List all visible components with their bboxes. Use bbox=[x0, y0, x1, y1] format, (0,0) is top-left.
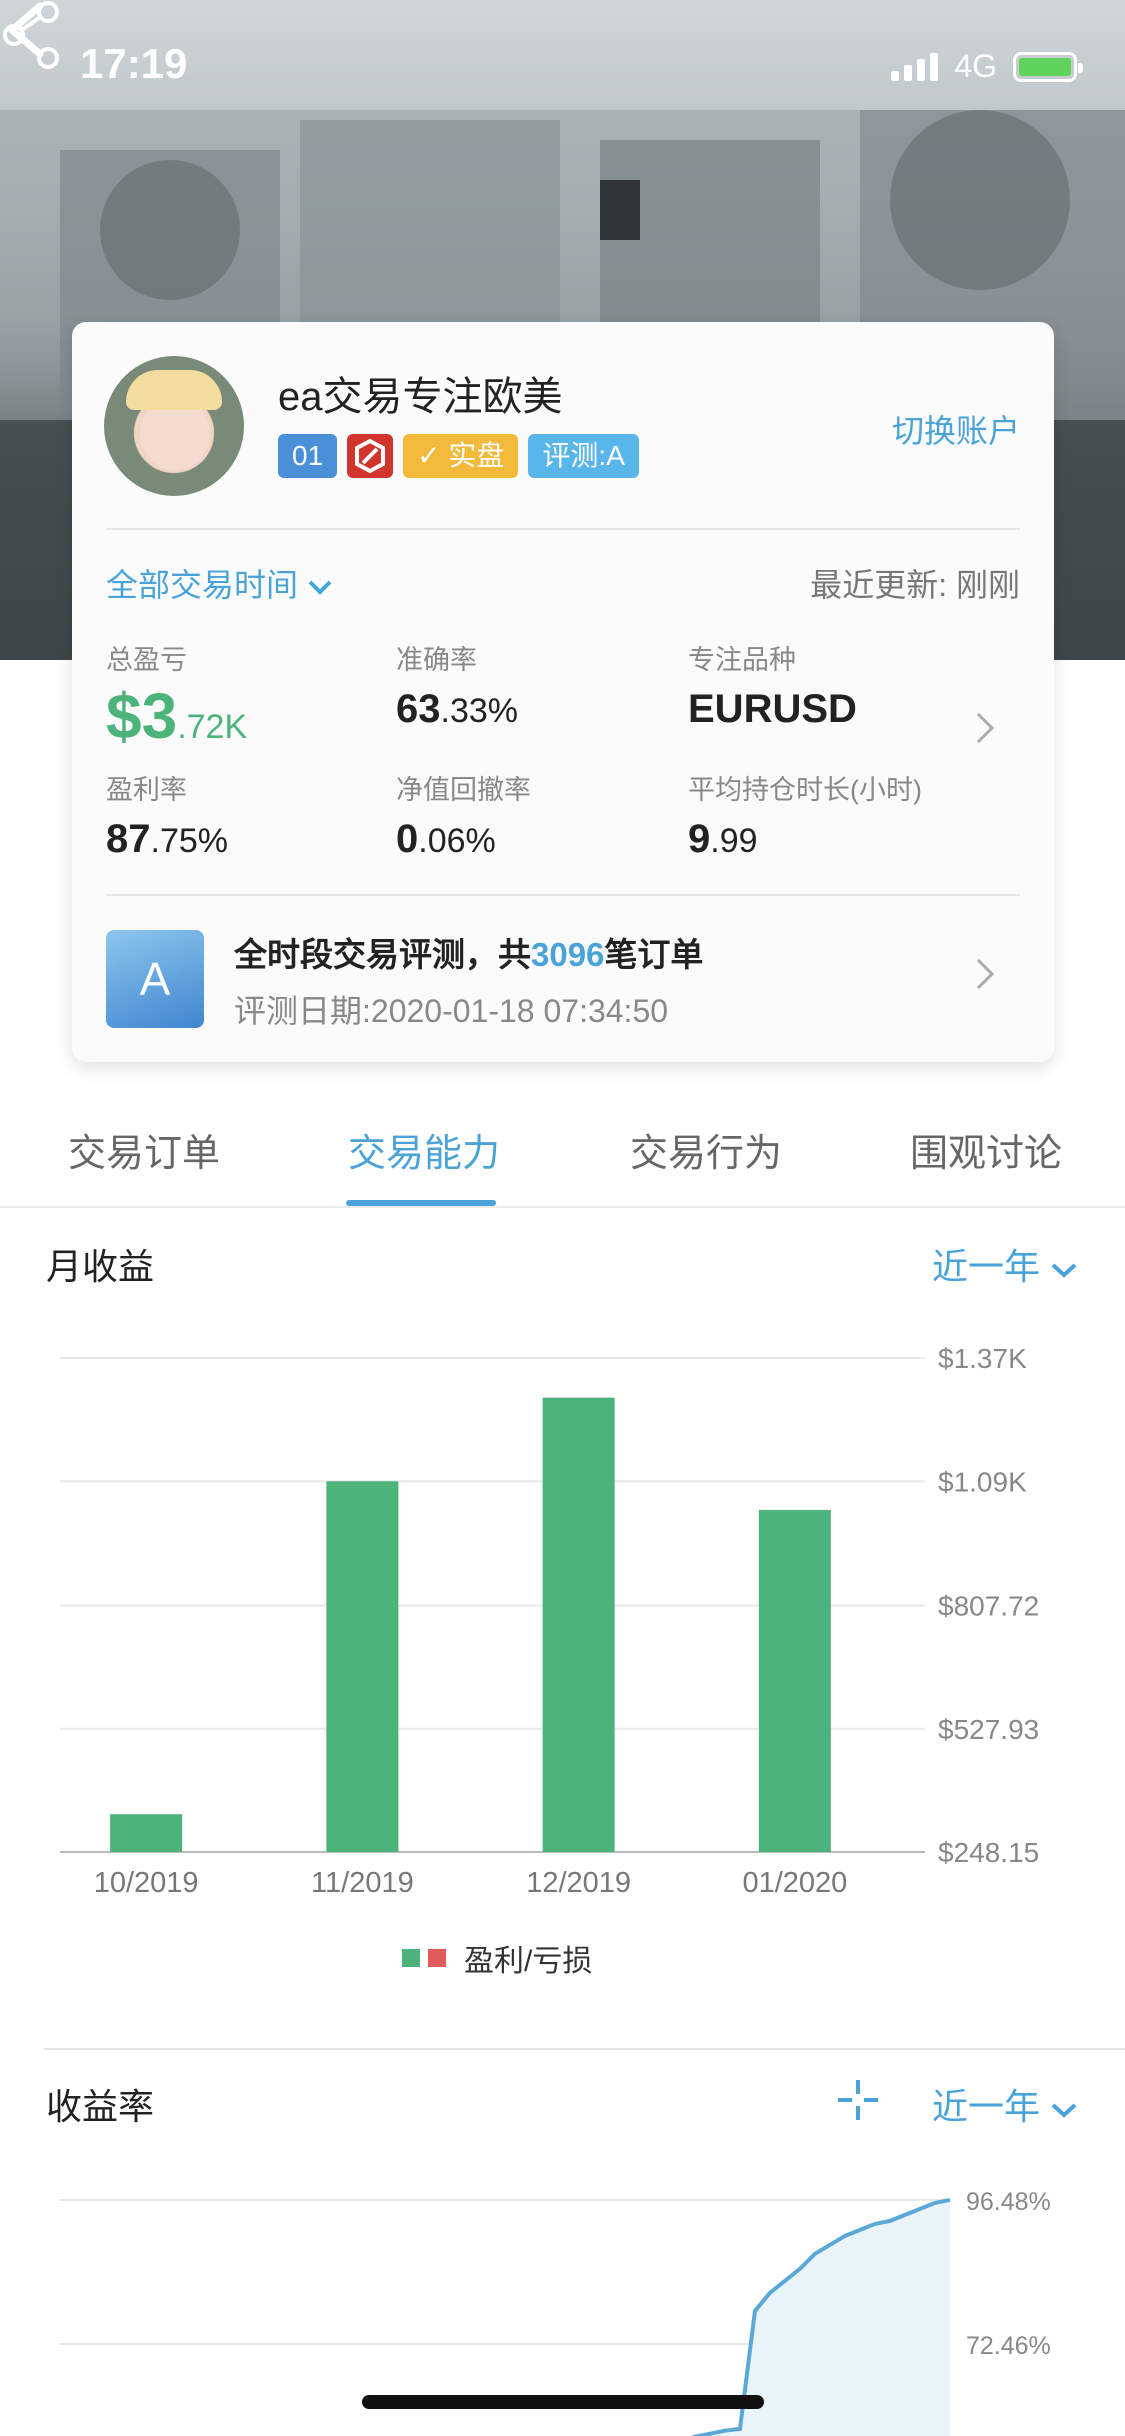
range-label: 近一年 bbox=[932, 2086, 1041, 2127]
x-tick-label: 11/2019 bbox=[311, 1867, 414, 1899]
battery-icon bbox=[1013, 51, 1083, 82]
app-screen: 17:19 4G ea交易专注欧美 01 ✓ 实盘 评测:A 切换账户 全部交易… bbox=[0, 0, 1125, 2436]
tab-discussion[interactable]: 围观讨论 bbox=[910, 1122, 1062, 1177]
y-tick-label: $527.93 bbox=[938, 1714, 1039, 1745]
chevron-down-icon bbox=[1051, 2103, 1077, 2118]
y-tick-label: $248.15 bbox=[938, 1837, 1039, 1868]
status-indicators: 4G bbox=[891, 48, 1083, 85]
bar bbox=[110, 1814, 183, 1852]
evaluation-title-prefix: 全时段交易评测，共 bbox=[234, 936, 531, 973]
x-tick-label: 01/2020 bbox=[742, 1867, 847, 1899]
x-tick-label: 12/2019 bbox=[526, 1867, 631, 1899]
bar bbox=[542, 1397, 615, 1852]
yield-title: 收益率 bbox=[46, 2086, 155, 2127]
chart-legend: 盈利/亏损 bbox=[402, 1936, 592, 1980]
order-count: 3096 bbox=[531, 936, 605, 973]
divider bbox=[106, 894, 1020, 896]
stat-value: 9.99 bbox=[688, 817, 758, 861]
monthly-profit-title: 月收益 bbox=[46, 1246, 155, 1287]
stat-value: 87.75% bbox=[106, 817, 228, 861]
tab-bar: 交易订单 交易能力 交易行为 围观讨论 bbox=[0, 1108, 1125, 1208]
switch-account-link[interactable]: 切换账户 bbox=[892, 406, 1020, 452]
bar bbox=[326, 1481, 399, 1852]
tab-orders[interactable]: 交易订单 bbox=[68, 1122, 220, 1177]
stat-accuracy: 准确率 63.33% bbox=[396, 638, 518, 732]
evaluation-title-suffix: 笔订单 bbox=[604, 936, 704, 973]
stat-label: 净值回撤率 bbox=[396, 775, 531, 805]
stat-label: 专注品种 bbox=[688, 645, 796, 675]
legend-label: 盈利/亏损 bbox=[464, 1945, 593, 1978]
evaluation-grade-icon: A bbox=[106, 930, 204, 1028]
divider bbox=[106, 528, 1020, 530]
avatar[interactable] bbox=[104, 356, 244, 496]
x-tick-label: 10/2019 bbox=[94, 1867, 199, 1899]
profile-card: ea交易专注欧美 01 ✓ 实盘 评测:A 切换账户 全部交易时间 最近更新: … bbox=[72, 322, 1054, 1062]
crosshair-icon[interactable] bbox=[838, 2080, 878, 2120]
status-time: 17:19 bbox=[80, 40, 188, 87]
evaluation-badge: 评测:A bbox=[528, 434, 639, 478]
range-label: 近一年 bbox=[932, 1246, 1041, 1287]
loss-swatch bbox=[428, 1949, 446, 1967]
stat-total-pnl: 总盈亏 $3.72K bbox=[106, 638, 247, 753]
yield-range-selector[interactable]: 近一年 bbox=[932, 2078, 1078, 2130]
signal-icon bbox=[891, 52, 939, 81]
active-tab-indicator bbox=[346, 1200, 496, 1206]
stat-label: 准确率 bbox=[396, 645, 477, 675]
section-divider bbox=[44, 2048, 1125, 2050]
bar bbox=[758, 1509, 831, 1852]
account-name: ea交易专注欧美 bbox=[278, 375, 563, 419]
stat-focus-symbol[interactable]: 专注品种 EURUSD bbox=[688, 638, 857, 732]
last-updated: 最近更新: 刚刚 bbox=[810, 560, 1020, 606]
y-tick-label: 96.48% bbox=[966, 2188, 1051, 2216]
stat-label: 总盈亏 bbox=[106, 645, 187, 675]
chevron-right-icon[interactable] bbox=[974, 710, 996, 746]
evaluation-date: 评测日期:2020-01-18 07:34:50 bbox=[234, 993, 669, 1029]
tab-behavior[interactable]: 交易行为 bbox=[630, 1122, 782, 1177]
chevron-right-icon bbox=[976, 958, 995, 990]
network-type: 4G bbox=[954, 48, 997, 84]
period-label: 全部交易时间 bbox=[106, 567, 299, 603]
evaluation-row[interactable]: A 全时段交易评测，共3096笔订单 评测日期:2020-01-18 07:34… bbox=[106, 926, 1020, 1030]
stat-drawdown: 净值回撤率 0.06% bbox=[396, 768, 531, 862]
real-account-label: 实盘 bbox=[448, 440, 505, 471]
updated-label: 最近更新: bbox=[810, 567, 948, 603]
y-tick-label: $1.09K bbox=[938, 1466, 1027, 1497]
stat-value: 0.06% bbox=[396, 817, 496, 861]
profit-swatch bbox=[402, 1949, 420, 1967]
home-indicator bbox=[362, 2395, 764, 2409]
y-tick-label: 72.46% bbox=[966, 2332, 1051, 2360]
monthly-profit-chart: $1.37K $1.09K $807.72 $527.93 $248.15 10/2019… bbox=[60, 1343, 1039, 1899]
stat-label: 平均持仓时长(小时) bbox=[688, 775, 922, 805]
stat-value: 63.33% bbox=[396, 687, 518, 731]
chevron-down-icon bbox=[1051, 1263, 1077, 1278]
stat-avg-hold: 平均持仓时长(小时) 9.99 bbox=[688, 768, 922, 862]
share-icon[interactable] bbox=[0, 0, 64, 70]
shield-check-icon: ✓ bbox=[417, 440, 441, 471]
chevron-down-icon bbox=[308, 580, 332, 595]
stat-value: EURUSD bbox=[688, 687, 857, 731]
y-tick-label: $807.72 bbox=[938, 1591, 1039, 1622]
evaluation-title: 全时段交易评测，共3096笔订单 bbox=[234, 928, 703, 976]
period-selector[interactable]: 全部交易时间 bbox=[106, 560, 333, 606]
level-badge: 01 bbox=[278, 434, 338, 478]
broker-logo-icon bbox=[347, 434, 394, 478]
y-tick-label: $1.37K bbox=[938, 1343, 1027, 1374]
stat-profit-rate: 盈利率 87.75% bbox=[106, 768, 228, 862]
tab-ability[interactable]: 交易能力 bbox=[348, 1122, 500, 1177]
real-account-badge: ✓ 实盘 bbox=[403, 434, 519, 478]
stat-label: 盈利率 bbox=[106, 775, 187, 805]
stat-value: $3.72K bbox=[106, 680, 248, 752]
updated-value: 刚刚 bbox=[955, 567, 1020, 603]
badge-row: 01 ✓ 实盘 评测:A bbox=[278, 434, 639, 478]
monthly-range-selector[interactable]: 近一年 bbox=[932, 1238, 1078, 1290]
